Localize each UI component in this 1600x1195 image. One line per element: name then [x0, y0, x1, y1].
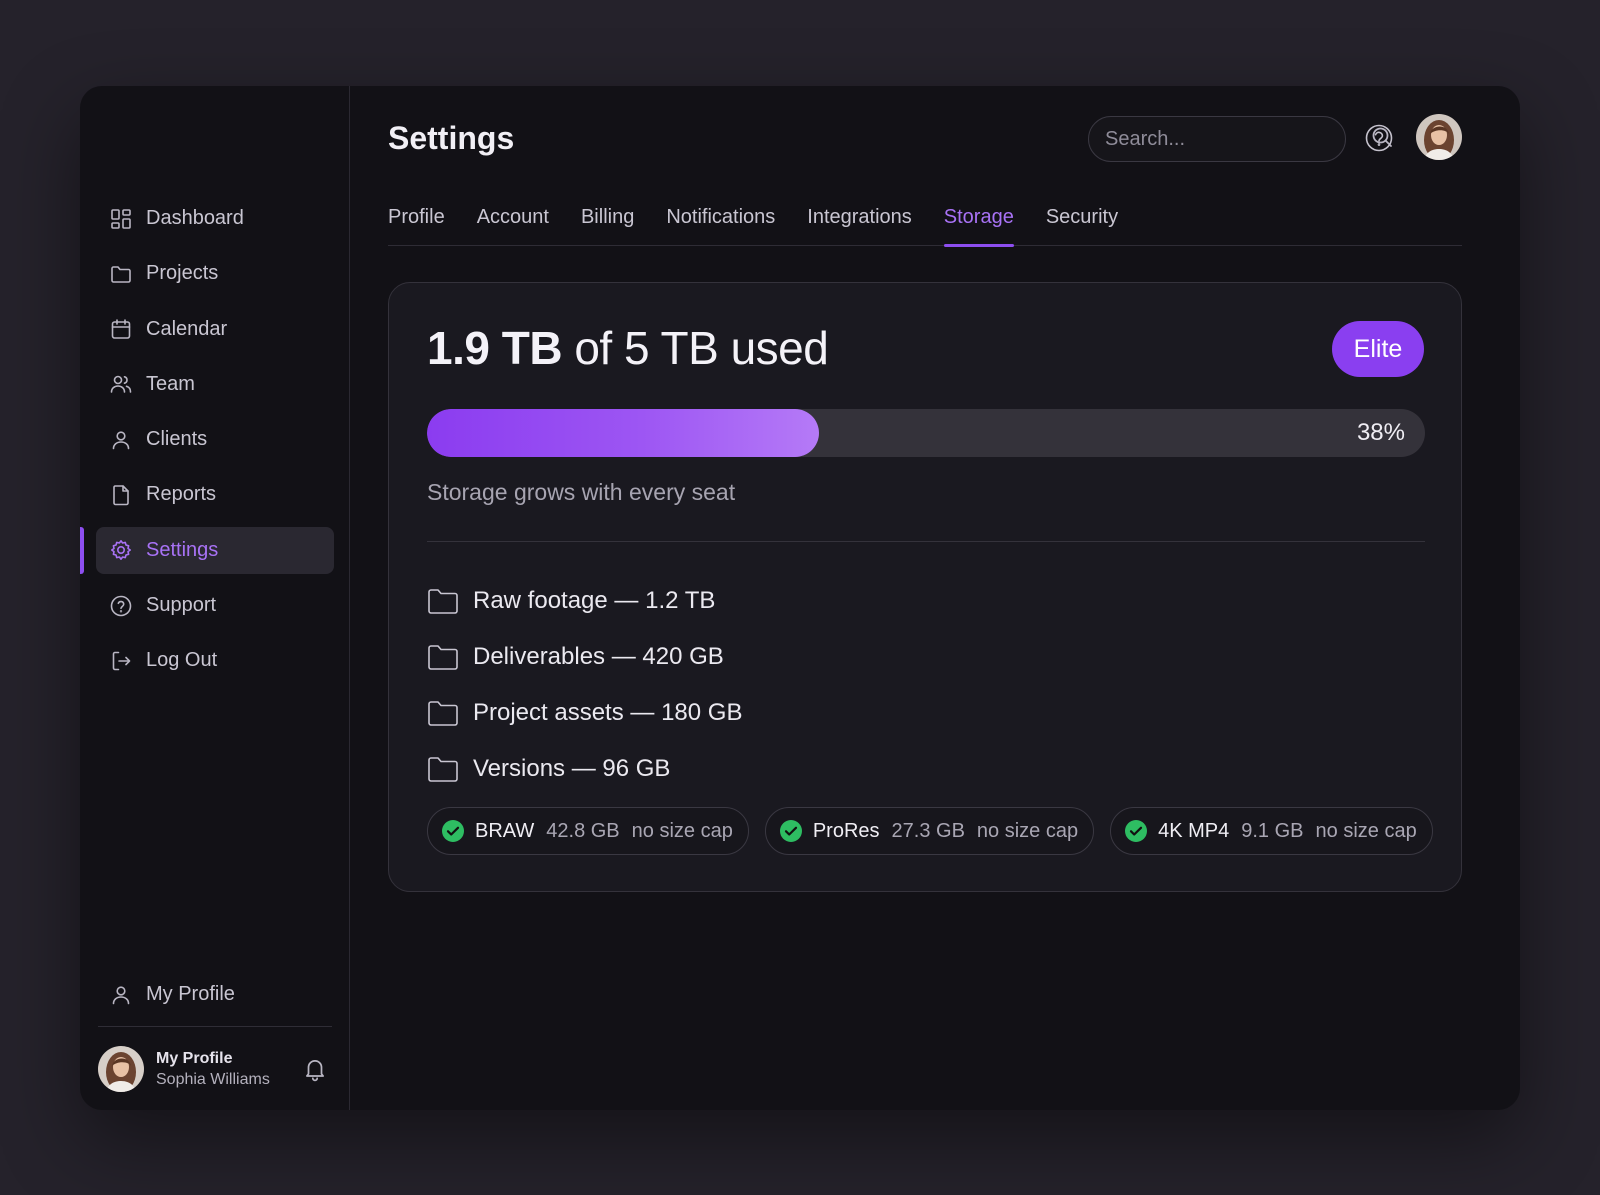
sidebar-divider — [98, 1026, 332, 1027]
file-icon — [108, 482, 134, 508]
sidebar-item-label: Calendar — [146, 317, 228, 340]
folder-label: Raw footage — 1.2 TB — [473, 587, 716, 614]
tab-integrations[interactable]: Integrations — [807, 204, 912, 246]
tab-profile[interactable]: Profile — [388, 204, 445, 246]
sidebar-item-label: Dashboard — [146, 207, 244, 229]
check-circle-icon — [1125, 820, 1148, 842]
sidebar-item-support[interactable]: Support — [96, 582, 334, 629]
format-chip-4k-mp4[interactable]: 4K MP4 9.1 GB no size cap — [1110, 807, 1433, 855]
header-avatar[interactable] — [1416, 114, 1462, 160]
tab-notifications[interactable]: Notifications — [666, 204, 775, 246]
avatar[interactable] — [98, 1046, 144, 1092]
storage-used: 1.9 TB — [427, 322, 563, 374]
format-name: ProRes — [812, 819, 880, 842]
sidebar-item-team[interactable]: Team — [96, 361, 334, 408]
storage-progress-bar: 38% — [427, 409, 1425, 457]
storage-progress-fill — [427, 409, 820, 457]
format-cap: no size cap — [976, 819, 1079, 842]
sidebar-item-dashboard[interactable]: Dashboard — [96, 195, 334, 242]
main-content: Settings Profile Account Billing Notific… — [350, 86, 1520, 1110]
bell-icon[interactable] — [302, 1056, 328, 1082]
tab-storage[interactable]: Storage — [943, 204, 1014, 247]
sidebar-item-calendar[interactable]: Calendar — [96, 306, 334, 353]
format-size: 42.8 GB — [546, 819, 620, 842]
user-card-title: My Profile — [156, 1049, 233, 1067]
format-chip-prores[interactable]: ProRes 27.3 GB no size cap — [764, 807, 1095, 855]
sidebar-item-label: My Profile — [146, 983, 235, 1005]
check-circle-icon — [442, 820, 464, 842]
page-title: Settings — [388, 120, 515, 156]
format-chip-braw[interactable]: BRAW 42.8 GB no size cap — [427, 807, 749, 855]
plan-badge[interactable]: Elite — [1332, 321, 1424, 377]
app-window: Dashboard Projects Calendar Team Clients… — [80, 86, 1520, 1110]
dashboard-icon — [108, 206, 134, 232]
sidebar-item-label: Team — [146, 372, 195, 395]
sidebar-item-my-profile[interactable]: My Profile — [96, 971, 334, 1018]
search-input[interactable] — [1105, 127, 1370, 151]
sidebar: Dashboard Projects Calendar Team Clients… — [80, 86, 350, 1110]
format-chips: BRAW 42.8 GB no size cap ProRes 27.3 GB … — [427, 807, 1449, 855]
calendar-icon — [108, 316, 134, 342]
list-item[interactable]: Deliverables — 420 GB — [427, 629, 742, 685]
tab-security[interactable]: Security — [1046, 204, 1118, 246]
my-profile-link-container: My Profile — [96, 971, 334, 1026]
folder-icon — [428, 645, 458, 670]
folder-icon — [428, 757, 458, 782]
format-size: 27.3 GB — [891, 819, 965, 842]
sidebar-item-label: Log Out — [146, 649, 218, 672]
user-icon — [108, 427, 134, 453]
team-icon — [108, 371, 134, 397]
sidebar-nav: Dashboard Projects Calendar Team Clients… — [80, 195, 334, 693]
user-card[interactable]: My Profile Sophia Williams — [98, 1044, 332, 1094]
format-cap: no size cap — [1315, 819, 1417, 842]
storage-total: of 5 TB used — [574, 322, 829, 374]
storage-card: 1.9 TB of 5 TB used Elite 38% Storage gr… — [388, 282, 1462, 892]
storage-usage-heading: 1.9 TB of 5 TB used — [427, 321, 829, 375]
storage-note: Storage grows with every seat — [427, 479, 736, 505]
gear-icon — [108, 537, 134, 563]
sidebar-item-label: Support — [146, 594, 217, 617]
folder-icon — [428, 589, 458, 614]
help-icon[interactable] — [1364, 123, 1394, 153]
sidebar-item-label: Settings — [146, 538, 219, 561]
storage-percent: 38% — [1356, 419, 1405, 446]
list-item[interactable]: Project assets — 180 GB — [427, 685, 742, 741]
folder-icon — [428, 701, 458, 726]
format-cap: no size cap — [631, 819, 733, 842]
folder-label: Versions — 96 GB — [473, 755, 671, 782]
sidebar-item-label: Clients — [146, 428, 208, 451]
tab-account[interactable]: Account — [477, 204, 549, 246]
sidebar-item-label: Reports — [146, 483, 217, 506]
format-name: BRAW — [475, 819, 535, 842]
sidebar-item-settings[interactable]: Settings — [80, 526, 334, 574]
user-icon — [108, 982, 134, 1008]
search-box[interactable] — [1088, 116, 1392, 162]
user-card-name: Sophia Williams — [156, 1070, 270, 1088]
sidebar-item-label: Projects — [146, 262, 219, 285]
sidebar-item-reports[interactable]: Reports — [96, 471, 334, 518]
list-item[interactable]: Raw footage — 1.2 TB — [427, 573, 742, 629]
user-text: My Profile Sophia Williams — [156, 1050, 270, 1089]
tab-billing[interactable]: Billing — [581, 204, 634, 246]
sidebar-item-projects[interactable]: Projects — [96, 250, 334, 297]
folder-icon — [108, 261, 134, 287]
help-circle-icon — [108, 593, 134, 619]
folder-label: Project assets — 180 GB — [473, 699, 743, 726]
sidebar-item-clients[interactable]: Clients — [96, 416, 334, 463]
format-name: 4K MP4 — [1158, 819, 1230, 842]
folder-label: Deliverables — 420 GB — [473, 643, 724, 670]
check-circle-icon — [779, 820, 802, 842]
logout-icon — [108, 648, 134, 674]
card-divider — [427, 541, 1425, 542]
settings-tabs: Profile Account Billing Notifications In… — [388, 204, 1462, 247]
format-size: 9.1 GB — [1241, 819, 1304, 842]
list-item[interactable]: Versions — 96 GB — [427, 741, 742, 797]
sidebar-item-logout[interactable]: Log Out — [96, 637, 334, 684]
folder-list: Raw footage — 1.2 TB Deliverables — 420 … — [427, 573, 742, 797]
